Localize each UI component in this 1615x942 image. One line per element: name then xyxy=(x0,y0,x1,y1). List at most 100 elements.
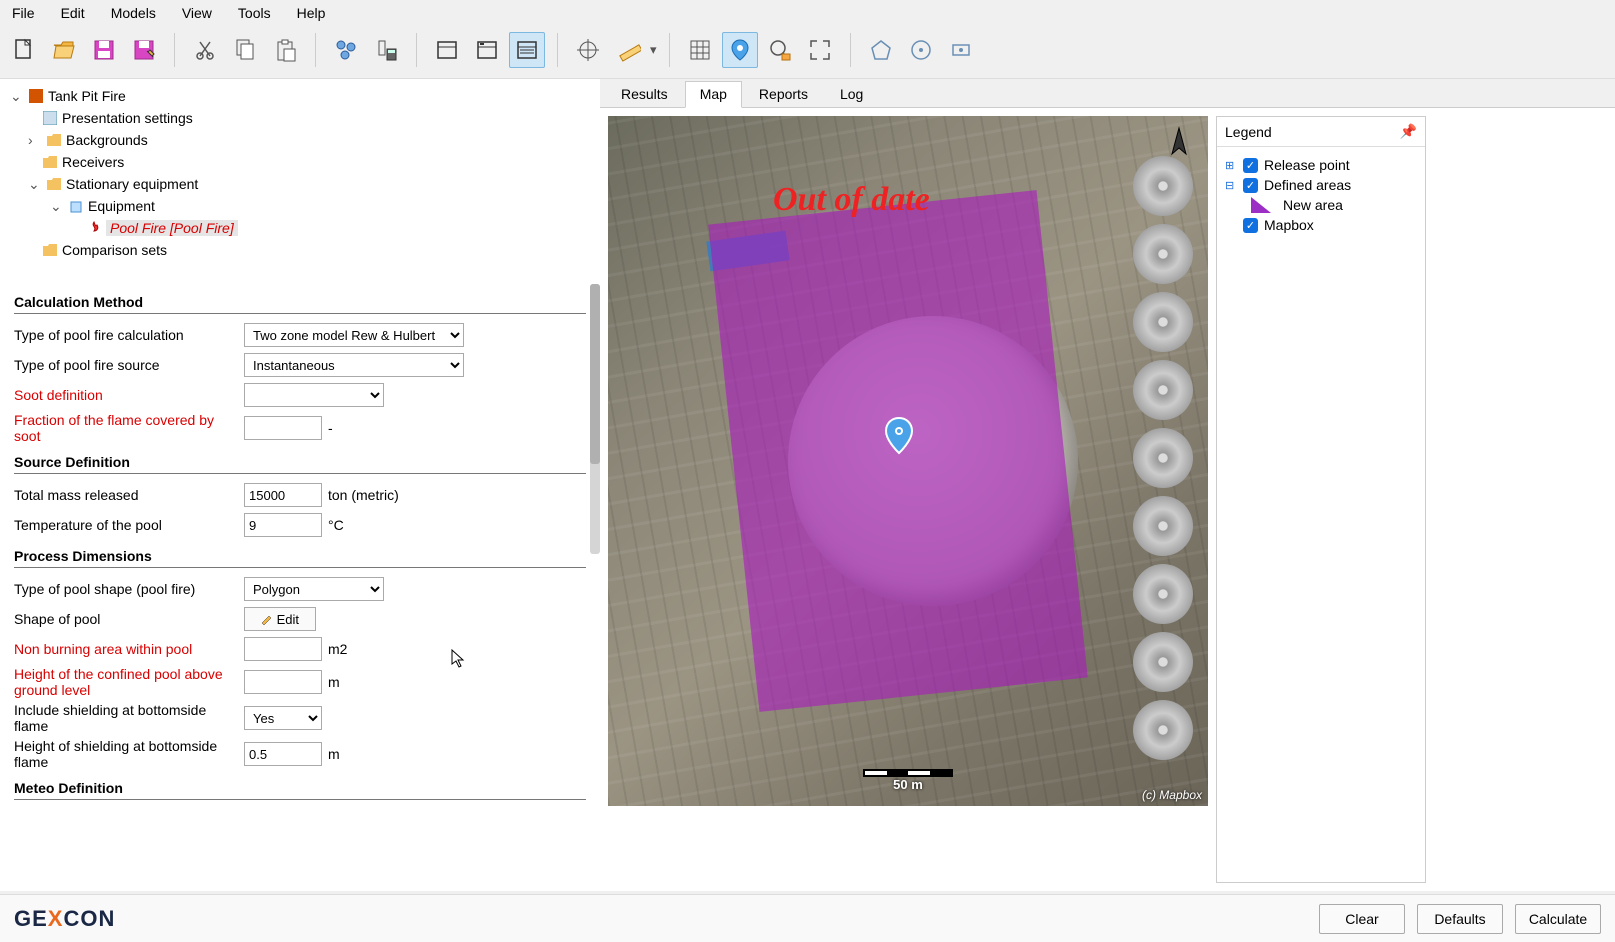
tab-reports[interactable]: Reports xyxy=(744,81,823,107)
menu-edit[interactable]: Edit xyxy=(55,3,91,23)
checkbox-release[interactable]: ✓ xyxy=(1243,158,1258,173)
input-mass[interactable] xyxy=(244,483,322,507)
menu-file[interactable]: File xyxy=(6,3,41,23)
footer: GEXCON Clear Defaults Calculate xyxy=(0,894,1615,942)
save-button[interactable] xyxy=(86,32,122,68)
lbl-soot: Soot definition xyxy=(14,387,244,403)
shape-rect-button[interactable] xyxy=(943,32,979,68)
model-button[interactable] xyxy=(328,32,364,68)
toolbar: ▾ xyxy=(0,26,1615,79)
calculate-button[interactable]: Calculate xyxy=(1515,904,1601,934)
tree-equipment[interactable]: Equipment xyxy=(88,198,155,214)
lbl-mass: Total mass released xyxy=(14,487,244,503)
cut-button[interactable] xyxy=(187,32,223,68)
calc-tool-button[interactable] xyxy=(368,32,404,68)
save-as-button[interactable] xyxy=(126,32,162,68)
menu-models[interactable]: Models xyxy=(105,3,162,23)
tab-results[interactable]: Results xyxy=(606,81,683,107)
lbl-fraction: Fraction of the flame covered by soot xyxy=(14,412,244,444)
tree-backgrounds[interactable]: Backgrounds xyxy=(66,132,148,148)
release-point-pin[interactable] xyxy=(883,416,915,459)
menu-view[interactable]: View xyxy=(176,3,218,23)
folder-icon xyxy=(46,132,62,148)
defaults-button[interactable]: Defaults xyxy=(1417,904,1503,934)
tree-pool-fire[interactable]: Pool Fire [Pool Fire] xyxy=(106,220,238,236)
legend-mapbox[interactable]: Mapbox xyxy=(1264,217,1314,233)
project-tree[interactable]: ⌄ Tank Pit Fire Presentation settings › … xyxy=(0,79,600,274)
lbl-shield-h: Height of shielding at bottomside flame xyxy=(14,738,244,770)
shape-pentagon-button[interactable] xyxy=(863,32,899,68)
section-calc-method: Calculation Method xyxy=(14,294,586,314)
unit-m2: m2 xyxy=(328,641,347,657)
unit-dash: - xyxy=(328,420,333,436)
lbl-temp: Temperature of the pool xyxy=(14,517,244,533)
select-soot[interactable] xyxy=(244,383,384,407)
tree-stationary[interactable]: Stationary equipment xyxy=(66,176,198,192)
input-temp[interactable] xyxy=(244,513,322,537)
legend-areas[interactable]: Defined areas xyxy=(1264,177,1351,193)
tree-root[interactable]: Tank Pit Fire xyxy=(48,88,126,104)
open-button[interactable] xyxy=(46,32,82,68)
legend-newarea[interactable]: New area xyxy=(1283,197,1343,213)
shape-circle-button[interactable] xyxy=(903,32,939,68)
menu-help[interactable]: Help xyxy=(291,3,332,23)
section-meteo: Meteo Definition xyxy=(14,780,586,800)
checkbox-mapbox[interactable]: ✓ xyxy=(1243,218,1258,233)
lbl-calc-type: Type of pool fire calculation xyxy=(14,327,244,343)
select-source-type[interactable]: Instantaneous xyxy=(244,353,464,377)
equipment-icon xyxy=(68,198,84,214)
zoom-lock-button[interactable] xyxy=(762,32,798,68)
lbl-shield-inc: Include shielding at bottomside flame xyxy=(14,702,244,734)
select-shield-inc[interactable]: Yes xyxy=(244,706,322,730)
scrollbar[interactable] xyxy=(590,284,600,554)
target-button[interactable] xyxy=(570,32,606,68)
select-calc-type[interactable]: Two zone model Rew & Hulbert xyxy=(244,323,464,347)
tab-log[interactable]: Log xyxy=(825,81,878,107)
paste-button[interactable] xyxy=(267,32,303,68)
chevron-right-icon[interactable]: › xyxy=(28,132,42,148)
input-fraction[interactable] xyxy=(244,416,322,440)
panel-button[interactable] xyxy=(469,32,505,68)
tree-receivers[interactable]: Receivers xyxy=(62,154,124,170)
grid-button[interactable] xyxy=(682,32,718,68)
legend-release[interactable]: Release point xyxy=(1264,157,1350,173)
clear-button[interactable]: Clear xyxy=(1319,904,1405,934)
compass-icon xyxy=(1166,126,1192,169)
lbl-nonburn: Non burning area within pool xyxy=(14,641,244,657)
settings-icon xyxy=(42,110,58,126)
section-process: Process Dimensions xyxy=(14,548,586,568)
expand-icon[interactable]: ⊞ xyxy=(1225,159,1237,172)
new-file-button[interactable] xyxy=(6,32,42,68)
legend-panel: Legend 📌 ⊞✓Release point ⊟✓Defined areas… xyxy=(1216,116,1426,883)
ruler-button[interactable] xyxy=(610,32,646,68)
collapse-icon[interactable]: ⊟ xyxy=(1225,179,1237,192)
fullscreen-button[interactable] xyxy=(802,32,838,68)
edit-shape-button[interactable]: Edit xyxy=(244,607,316,631)
window-button[interactable] xyxy=(429,32,465,68)
unit-m: m xyxy=(328,674,340,690)
menu-tools[interactable]: Tools xyxy=(232,3,277,23)
map-attribution: (c) Mapbox xyxy=(1142,788,1202,802)
input-nonburn[interactable] xyxy=(244,637,322,661)
chevron-down-icon[interactable]: ⌄ xyxy=(10,88,24,105)
select-shape-type[interactable]: Polygon xyxy=(244,577,384,601)
form-button[interactable] xyxy=(509,32,545,68)
properties-panel: Calculation Method Type of pool fire cal… xyxy=(0,274,600,891)
copy-button[interactable] xyxy=(227,32,263,68)
input-height-conf[interactable] xyxy=(244,670,322,694)
tree-comparison[interactable]: Comparison sets xyxy=(62,242,167,258)
chevron-down-icon[interactable]: ⌄ xyxy=(50,198,64,215)
menu-bar: File Edit Models View Tools Help xyxy=(0,0,1615,26)
tab-map[interactable]: Map xyxy=(685,81,742,108)
chevron-down-icon[interactable]: ⌄ xyxy=(28,176,42,193)
input-shield-h[interactable] xyxy=(244,742,322,766)
tree-presentation[interactable]: Presentation settings xyxy=(62,110,193,126)
project-icon xyxy=(28,88,44,104)
checkbox-areas[interactable]: ✓ xyxy=(1243,178,1258,193)
pin-icon[interactable]: 📌 xyxy=(1400,123,1417,140)
unit-m: m xyxy=(328,746,340,762)
pin-button[interactable] xyxy=(722,32,758,68)
section-source: Source Definition xyxy=(14,454,586,474)
unit-c: °C xyxy=(328,517,344,533)
map-view[interactable]: Out of date 50 m (c) Mapbox xyxy=(608,116,1208,806)
